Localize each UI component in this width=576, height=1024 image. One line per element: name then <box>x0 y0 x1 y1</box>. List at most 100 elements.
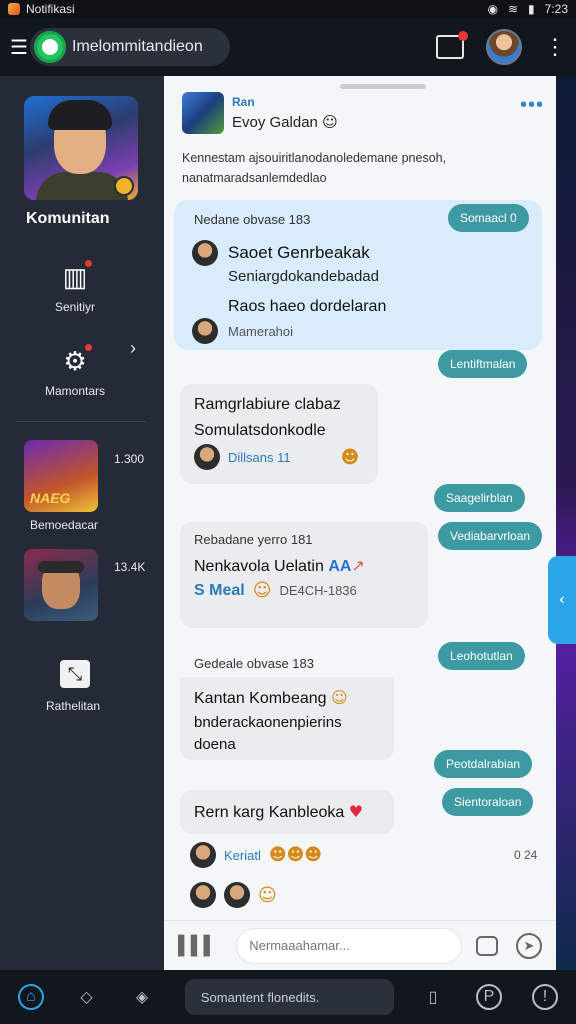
thread-card[interactable]: Nedane obvase 183 Somaacl 0 Saoet Genrbe… <box>174 200 542 350</box>
camera-icon[interactable] <box>476 935 498 956</box>
top-search-text: Imelommitandieon <box>72 38 203 55</box>
wifi-icon: ≋ <box>507 2 519 16</box>
reply-chip[interactable]: Saagelirblan <box>434 484 525 512</box>
message-composer: ▌▌▌ ➤ <box>164 920 556 970</box>
reply-chip[interactable]: Lentiftmalan <box>438 350 528 378</box>
laugh-emoji-icon: ☻ <box>340 446 360 468</box>
reaction-row: Keriatl ☻☻☻ <box>190 842 322 868</box>
message-text: Ramgrlabiure clabaz <box>194 396 341 413</box>
sidebar-divider <box>16 421 146 422</box>
message-input[interactable] <box>236 927 462 964</box>
avatar[interactable] <box>224 882 250 908</box>
message-bubble[interactable]: Gedeale obvase 183 Kantan Kombeang ☺ bnd… <box>180 646 394 760</box>
home-nav-icon[interactable]: ⌂ <box>18 984 44 1010</box>
message-bubble[interactable]: Rern karg Kanbleoka ♥ <box>180 790 394 834</box>
analytics-icon[interactable]: ⤡ <box>60 660 90 688</box>
thread-badge-button[interactable]: Somaacl 0 <box>448 204 529 232</box>
status-app-name: Notifikasi <box>26 2 75 16</box>
reply-chip[interactable]: Vediabarvrloan <box>438 522 543 550</box>
avatar[interactable] <box>190 882 216 908</box>
left-sidebar: Komunitan ▥ Senitiyr › ⚙ Mamontars NAEG … <box>0 76 164 970</box>
game-count: 13.4K <box>114 560 146 574</box>
top-app-bar: ☰ Imelommitandieon ⋮ <box>0 18 576 76</box>
post-header: Ran Evoy Galdan ☺ <box>182 92 338 134</box>
sidebar-item-settings[interactable]: ▥ Senitiyr <box>0 260 150 314</box>
message-text: Rern karg Kanbleoka ♥ <box>194 802 364 821</box>
reply-chip[interactable]: Peotdalrabian <box>434 750 533 778</box>
discover-nav-icon[interactable]: ◇ <box>74 984 100 1010</box>
menu-icon[interactable]: ☰ <box>10 35 28 60</box>
avatar[interactable] <box>192 240 218 266</box>
send-icon[interactable]: ➤ <box>516 932 542 959</box>
post-body-line: nanatmaradsanlemdedlao <box>182 171 327 185</box>
message-text: doena <box>194 736 236 753</box>
post-body-line: Kennestam ajsouiritlanodanoledemane pnes… <box>182 151 447 165</box>
message-text: Nenkavola Uelatin AA↗ <box>194 556 365 575</box>
reaction-user-name: Keriatl <box>224 847 261 863</box>
reply-chip[interactable]: Leohotutlan <box>438 642 525 670</box>
thread-title: Nedane obvase 183 <box>194 212 311 227</box>
avatar[interactable] <box>192 318 218 344</box>
post-author-avatar[interactable] <box>182 92 224 134</box>
smile-emoji-icon: ☺ <box>322 113 338 131</box>
chat-panel: Ran Evoy Galdan ☺ ••• Kennestam ajsouiri… <box>164 76 556 970</box>
drag-handle[interactable] <box>340 84 426 89</box>
audio-bars-icon[interactable]: ▌▌▌ <box>178 935 216 956</box>
sidebar-title: Komunitan <box>26 210 110 227</box>
message-text: Somulatsdonkodle <box>194 422 326 439</box>
post-subtitle: Evoy Galdan <box>232 114 318 131</box>
smile-emoji-icon: ☺ <box>258 884 277 906</box>
participants-row: ☺ <box>190 882 277 908</box>
bottom-search[interactable]: Somantent flonedits. <box>184 979 394 1015</box>
bottom-navigation: ⌂ ◇ ◈ Somantent flonedits. ▯ P ! <box>0 970 576 1024</box>
smile-emoji-icon: ☺ <box>252 580 272 601</box>
avatar[interactable] <box>190 842 216 868</box>
explore-nav-icon[interactable]: ◈ <box>129 984 155 1010</box>
side-panel-toggle[interactable]: ‹ <box>548 556 576 644</box>
more-options-icon[interactable]: ⋮ <box>544 36 566 58</box>
community-badge-icon <box>114 176 134 196</box>
sidebar-item-label: Senitiyr <box>54 300 95 314</box>
reaction-emoji-icon[interactable]: ☻☻☻ <box>269 845 322 865</box>
game-thumbnail[interactable] <box>24 549 98 621</box>
gallery-icon[interactable] <box>436 31 468 59</box>
alarm-icon: ◉ <box>487 2 498 16</box>
message-meta: Dillsans 11 <box>228 449 291 465</box>
message-bubble[interactable]: Rebadane yerro 181 Nenkavola Uelatin AA↗… <box>180 522 428 628</box>
app-notification-icon <box>8 3 20 15</box>
message-bubble[interactable]: Ramgrlabiure clabaz Somulatsdonkodle Dil… <box>180 384 378 484</box>
game-thumbnail[interactable]: NAEG <box>24 440 98 512</box>
background-art <box>556 76 576 970</box>
sidebar-item-label: Mamontars <box>44 384 106 398</box>
thread-meta: Mamerahoi <box>228 323 294 339</box>
message-meta: S Meal <box>194 581 245 599</box>
profile-nav-icon[interactable]: P <box>475 984 502 1010</box>
message-title: Gedeale obvase 183 <box>180 646 394 677</box>
settings-nav-icon[interactable]: ! <box>531 984 558 1010</box>
sidebar-item-members[interactable]: ⚙ Mamontars <box>0 344 150 398</box>
library-nav-icon[interactable]: ▯ <box>420 984 446 1010</box>
message-meta: DE4CH-1836 <box>279 583 357 598</box>
community-avatar[interactable] <box>24 96 138 200</box>
reply-chip[interactable]: Sientoraloan <box>442 788 534 816</box>
signal-icon: ▮ <box>528 2 535 16</box>
post-body: Kennestam ajsouiritlanodanoledemane pnes… <box>182 148 542 188</box>
post-author-name[interactable]: Ran <box>232 95 338 109</box>
profile-avatar[interactable] <box>486 29 522 65</box>
app-logo-icon <box>34 31 66 63</box>
gear-icon: ⚙ <box>60 344 92 376</box>
post-more-icon[interactable]: ••• <box>520 94 544 117</box>
message-time: 0 24 <box>514 848 538 862</box>
game-count: 1.300 <box>114 452 145 466</box>
thread-line: Seniargdokandebadad <box>228 268 379 285</box>
thread-line: Raos haeo dordelaran <box>228 298 387 315</box>
status-time: 7:23 <box>544 2 568 16</box>
message-text: bnderackaonenpierins <box>194 714 342 731</box>
message-title: Rebadane yerro 181 <box>194 532 313 547</box>
thread-line: Saoet Genrbeakak <box>228 243 370 262</box>
top-search-field[interactable]: Imelommitandieon <box>30 28 230 66</box>
grid-icon: ▥ <box>60 260 92 292</box>
game-tag: NAEG <box>30 490 71 506</box>
avatar[interactable] <box>194 444 220 470</box>
game-label: Bemoedacar <box>30 518 99 532</box>
